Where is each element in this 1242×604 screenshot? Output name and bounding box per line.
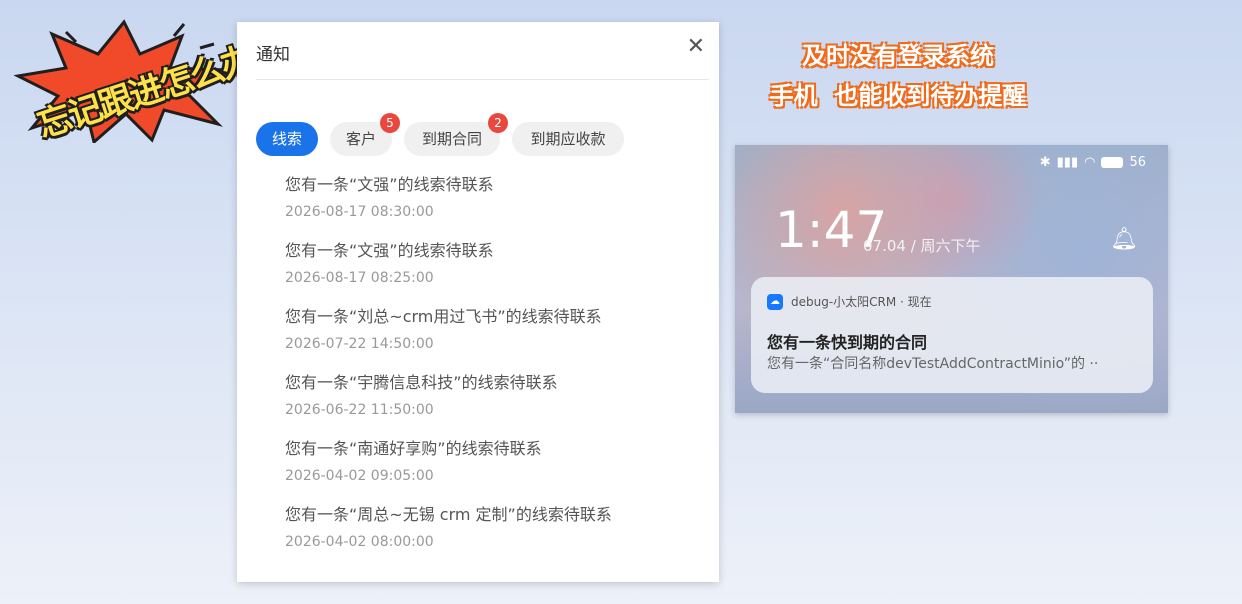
caption: 及时没有登录系统 手机 也能收到待办提醒 <box>738 36 1058 116</box>
battery-level: 56 <box>1129 155 1146 170</box>
tab-customers[interactable]: 客户 5 <box>330 113 400 156</box>
list-item[interactable]: 您有一条“文强”的线索待联系 2026-08-17 08:30:00 <box>285 174 705 240</box>
count-badge: 2 <box>488 113 508 133</box>
tab-leads[interactable]: 线索 <box>256 122 318 156</box>
bluetooth-icon: ✱ <box>1039 155 1051 170</box>
notification-panel: 通知 ✕ 线索 客户 5 到期合同 2 到期应收款 您有一条“文强”的线索待联系… <box>237 22 719 582</box>
list-item[interactable]: 您有一条“南通好享购”的线索待联系 2026-04-02 09:05:00 <box>285 438 705 504</box>
tab-label: 客户 <box>345 130 376 148</box>
close-icon[interactable]: ✕ <box>687 35 705 59</box>
divider <box>256 79 709 80</box>
item-title: 您有一条“宇腾信息科技”的线索待联系 <box>285 373 558 392</box>
status-bar: ✱ ▮▮▮ ◠ 56 <box>1040 155 1146 170</box>
tab-label: 线索 <box>271 130 302 148</box>
tab-label: 到期应收款 <box>530 130 606 148</box>
lock-date: 07.04 / 周六下午 <box>863 237 981 255</box>
bell-icon[interactable]: 🔔︎ <box>1110 227 1138 252</box>
wifi-icon: ◠ <box>1084 155 1096 170</box>
app-icon: ☁ <box>767 293 783 310</box>
notification-app-row: ☁ debug-小太阳CRM · 现在 <box>767 293 932 310</box>
burst-sticker: 忘记跟进怎么办? <box>14 18 275 146</box>
item-title: 您有一条“南通好享购”的线索待联系 <box>285 439 542 458</box>
list-item[interactable]: 您有一条“刘总~crm用过飞书”的线索待联系 2026-07-22 14:50:… <box>285 306 705 372</box>
tab-expiring-contracts[interactable]: 到期合同 2 <box>404 113 508 156</box>
tab-label: 到期合同 <box>421 130 482 148</box>
phone-lockscreen: ✱ ▮▮▮ ◠ 56 1:47 07.04 / 周六下午 🔔︎ ☁ debug-… <box>735 145 1168 413</box>
list-item[interactable]: 您有一条“宇腾信息科技”的线索待联系 2026-06-22 11:50:00 <box>285 372 705 438</box>
count-badge: 5 <box>380 113 400 133</box>
item-time: 2026-06-22 11:50:00 <box>285 402 434 418</box>
list-item[interactable]: 您有一条“文强”的线索待联系 2026-08-17 08:25:00 <box>285 240 705 306</box>
item-title: 您有一条“文强”的线索待联系 <box>285 175 494 194</box>
item-title: 您有一条“刘总~crm用过飞书”的线索待联系 <box>285 307 602 326</box>
notification-app-name: debug-小太阳CRM · 现在 <box>791 295 932 309</box>
item-time: 2026-07-22 14:50:00 <box>285 336 434 352</box>
caption-line-1: 及时没有登录系统 <box>802 42 994 70</box>
notification-list: 您有一条“文强”的线索待联系 2026-08-17 08:30:00 您有一条“… <box>285 174 705 570</box>
notification-title: 您有一条快到期的合同 <box>767 333 928 352</box>
item-time: 2026-04-02 08:00:00 <box>285 534 434 550</box>
battery-icon <box>1101 157 1124 168</box>
item-time: 2026-08-17 08:25:00 <box>285 270 434 286</box>
push-notification[interactable]: ☁ debug-小太阳CRM · 现在 您有一条快到期的合同 您有一条“合同名称… <box>751 277 1153 393</box>
item-title: 您有一条“周总~无锡 crm 定制”的线索待联系 <box>285 505 612 524</box>
item-time: 2026-04-02 09:05:00 <box>285 468 434 484</box>
item-title: 您有一条“文强”的线索待联系 <box>285 241 494 260</box>
item-time: 2026-08-17 08:30:00 <box>285 204 434 220</box>
notification-body: 您有一条“合同名称devTestAddContractMinio”的 ·· <box>767 356 1099 372</box>
tab-expiring-receivables[interactable]: 到期应收款 <box>512 122 624 156</box>
signal-icon: ▮▮▮ <box>1056 155 1079 170</box>
caption-line-2: 手机 也能收到待办提醒 <box>769 82 1027 110</box>
list-item[interactable]: 您有一条“周总~无锡 crm 定制”的线索待联系 2026-04-02 08:0… <box>285 504 705 570</box>
panel-title: 通知 <box>256 45 290 65</box>
